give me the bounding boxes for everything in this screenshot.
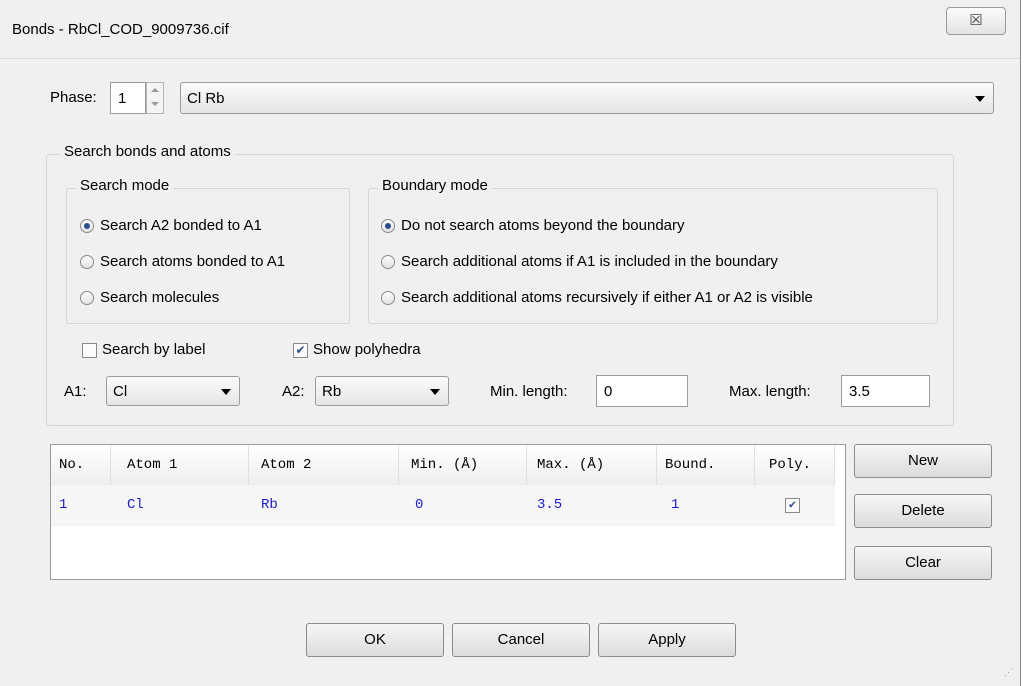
a2-label: A2: <box>282 383 305 400</box>
table-row[interactable]: 1 Cl Rb 0 3.5 1 ✔ <box>51 485 835 526</box>
apply-button[interactable]: Apply <box>598 623 736 657</box>
cell-max: 3.5 <box>537 497 563 513</box>
boundary-none-radio[interactable] <box>381 219 395 233</box>
min-length-label: Min. length: <box>490 383 568 400</box>
show-polyhedra-text: Show polyhedra <box>313 341 421 358</box>
search-molecules-label: Search molecules <box>100 289 220 306</box>
window-title: Bonds - RbCl_COD_9009736.cif <box>12 21 229 38</box>
search-atoms-radio[interactable] <box>80 255 94 269</box>
cell-bound: 1 <box>671 497 680 513</box>
header-poly[interactable]: Poly. <box>755 445 835 485</box>
bonds-dialog: Bonds - RbCl_COD_9009736.cif ☒ Phase: 1 … <box>0 0 1021 686</box>
title-bar: Bonds - RbCl_COD_9009736.cif ☒ <box>0 0 1020 59</box>
boundary-recursive-label: Search additional atoms recursively if e… <box>401 289 813 306</box>
new-button[interactable]: New <box>854 444 992 478</box>
boundary-none-label: Do not search atoms beyond the boundary <box>401 217 685 234</box>
clear-button[interactable]: Clear <box>854 546 992 580</box>
checkmark-icon: ✔ <box>295 343 306 357</box>
phase-number-value: 1 <box>118 90 127 107</box>
chevron-down-icon <box>430 389 440 395</box>
delete-button[interactable]: Delete <box>854 494 992 528</box>
cell-atom1: Cl <box>127 497 144 513</box>
max-length-label: Max. length: <box>729 383 811 400</box>
cell-atom2: Rb <box>261 497 278 513</box>
phase-select-value: Cl Rb <box>187 90 225 107</box>
ok-button[interactable]: OK <box>306 623 444 657</box>
header-bound[interactable]: Bound. <box>657 445 755 485</box>
a1-select-value: Cl <box>113 383 128 400</box>
a1-label: A1: <box>64 383 87 400</box>
search-atoms-label: Search atoms bonded to A1 <box>100 253 286 270</box>
spin-down-icon[interactable] <box>151 102 159 106</box>
cell-poly-checkbox[interactable]: ✔ <box>785 498 800 513</box>
header-atom2[interactable]: Atom 2 <box>249 445 399 485</box>
checkmark-icon: ✔ <box>788 498 797 512</box>
phase-select[interactable]: Cl Rb <box>180 82 994 114</box>
resize-grip-icon[interactable]: ⋰ <box>1004 668 1016 682</box>
header-max[interactable]: Max. (Å) <box>527 445 657 485</box>
table-header: No. Atom 1 Atom 2 Min. (Å) Max. (Å) Boun… <box>51 445 835 486</box>
a2-select-value: Rb <box>322 383 342 400</box>
search-mode-title: Search mode <box>76 177 174 194</box>
phase-number-input[interactable]: 1 <box>110 82 146 114</box>
max-length-input[interactable]: 3.5 <box>841 375 930 407</box>
phase-label: Phase: <box>50 89 97 106</box>
phase-spinner[interactable] <box>146 82 164 114</box>
chevron-down-icon <box>221 389 231 395</box>
chevron-down-icon <box>975 96 985 102</box>
spin-up-icon[interactable] <box>151 88 159 92</box>
boundary-a1-radio[interactable] <box>381 255 395 269</box>
header-min[interactable]: Min. (Å) <box>399 445 527 485</box>
search-by-label-checkbox[interactable] <box>82 343 97 358</box>
search-bonds-title: Search bonds and atoms <box>60 143 235 160</box>
boundary-a1-label: Search additional atoms if A1 is include… <box>401 253 778 270</box>
min-length-value: 0 <box>604 383 613 400</box>
bonds-table[interactable]: No. Atom 1 Atom 2 Min. (Å) Max. (Å) Boun… <box>50 444 846 580</box>
min-length-input[interactable]: 0 <box>596 375 688 407</box>
close-button[interactable]: ☒ <box>946 7 1006 35</box>
close-icon: ☒ <box>969 12 983 29</box>
boundary-recursive-radio[interactable] <box>381 291 395 305</box>
header-atom1[interactable]: Atom 1 <box>111 445 249 485</box>
search-a2-radio[interactable] <box>80 219 94 233</box>
cancel-button[interactable]: Cancel <box>452 623 590 657</box>
boundary-mode-title: Boundary mode <box>378 177 492 194</box>
a1-select[interactable]: Cl <box>106 376 240 406</box>
cell-min: 0 <box>415 497 424 513</box>
search-by-label-text: Search by label <box>102 341 206 358</box>
a2-select[interactable]: Rb <box>315 376 449 406</box>
show-polyhedra-checkbox[interactable]: ✔ <box>293 343 308 358</box>
row-background <box>51 485 835 525</box>
cell-no: 1 <box>59 497 68 513</box>
max-length-value: 3.5 <box>849 383 870 400</box>
search-molecules-radio[interactable] <box>80 291 94 305</box>
header-no[interactable]: No. <box>51 445 111 485</box>
search-a2-label: Search A2 bonded to A1 <box>100 217 262 234</box>
